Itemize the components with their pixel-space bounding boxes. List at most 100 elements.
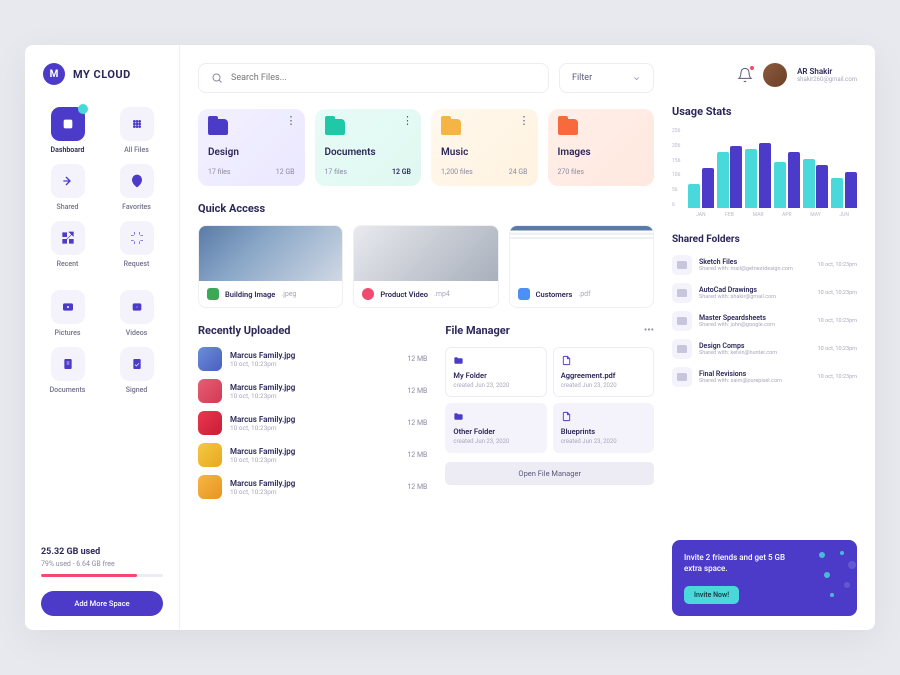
fm-item[interactable]: My Foldercreated Jun 23, 2020 (445, 347, 546, 397)
quick-access-item[interactable]: Product Video .mp4 (353, 225, 498, 308)
folder-name: Design (208, 147, 295, 158)
nav-icon (120, 221, 154, 255)
fm-item[interactable]: Blueprintscreated Jun 23, 2020 (553, 403, 654, 453)
nav-icon (51, 107, 85, 141)
file-size: 12 MB (407, 355, 427, 363)
invite-button[interactable]: Invite Now! (684, 586, 739, 604)
file-date: 10 oct, 10:23pm (230, 392, 399, 400)
nav-item-all-files[interactable]: All Files (106, 107, 167, 154)
nav-label: Favorites (122, 203, 151, 211)
chart-bar (730, 146, 742, 208)
brand-name: MY CLOUD (73, 68, 131, 81)
more-icon[interactable]: ••• (644, 325, 654, 336)
search-input[interactable] (231, 73, 536, 83)
fm-item[interactable]: Aggreement.pdf created Jun 23, 2020 (553, 347, 654, 397)
shared-folder-item[interactable]: Final RevisionsShared with: saim@purepix… (672, 367, 857, 387)
nav-label: Dashboard (51, 146, 85, 154)
folder-size: 24 GB (509, 168, 528, 176)
shared-with: Shared with: mail@getnextdesign.com (699, 266, 811, 272)
file-ext: .mp4 (434, 290, 450, 298)
nav-item-videos[interactable]: Videos (106, 290, 167, 337)
app-window: M MY CLOUD Dashboard All Files Shared Favor… (25, 45, 875, 630)
filter-dropdown[interactable]: Filter (559, 63, 654, 93)
file-date: 10 oct, 10:23pm (230, 424, 399, 432)
more-icon[interactable]: ⋮ (286, 119, 297, 123)
logo[interactable]: M MY CLOUD (37, 63, 167, 85)
chart-x-label: MAR (745, 212, 771, 218)
chart-bar (745, 149, 757, 208)
shared-name: Master Speardsheets (699, 314, 811, 322)
add-space-button[interactable]: Add More Space (41, 591, 163, 616)
open-file-manager-button[interactable]: Open File Manager (445, 462, 654, 485)
file-icon (561, 355, 572, 366)
folder-icon (208, 119, 228, 135)
file-date: 10 oct, 10:23pm (230, 360, 399, 368)
fm-item[interactable]: Other Foldercreated Jun 23, 2020 (445, 403, 546, 453)
nav-item-dashboard[interactable]: Dashboard (37, 107, 98, 154)
file-size: 12 MB (407, 419, 427, 427)
recent-item[interactable]: Marcus Family.jpg10 oct, 10:23pm12 MB (198, 475, 427, 499)
fm-name: Blueprints (561, 427, 646, 436)
chart-x-label: FEB (717, 212, 743, 218)
recent-item[interactable]: Marcus Family.jpg10 oct, 10:23pm12 MB (198, 347, 427, 371)
recent-item[interactable]: Marcus Family.jpg10 oct, 10:23pm12 MB (198, 379, 427, 403)
shared-folder-item[interactable]: AutoCad DrawingsShared with: shakir@gmai… (672, 283, 857, 303)
thumbnail (198, 475, 222, 499)
more-icon[interactable]: ⋮ (519, 119, 530, 123)
file-name: Product Video (380, 290, 428, 299)
nav-item-documents[interactable]: Documents (37, 347, 98, 394)
nav-item-shared[interactable]: Shared (37, 164, 98, 211)
fm-date: created Jun 23, 2020 (561, 382, 646, 389)
recent-item[interactable]: Marcus Family.jpg10 oct, 10:23pm12 MB (198, 443, 427, 467)
shared-date: 10 oct, 10:23pm (818, 374, 857, 380)
thumbnail (199, 226, 342, 281)
quick-access-item[interactable]: Building Image.jpeg (198, 225, 343, 308)
shared-with: Shared with: saim@purepixel.com (699, 378, 811, 384)
recent-item[interactable]: Marcus Family.jpg10 oct, 10:23pm12 MB (198, 411, 427, 435)
folder-card-docs[interactable]: ⋮Documents17 files12 GB (315, 109, 422, 186)
shared-folder-item[interactable]: Design CompsShared with: kelvin@hunter.c… (672, 339, 857, 359)
chart-bar (688, 184, 700, 208)
quick-access-item[interactable]: Customers.pdf (509, 225, 654, 308)
shared-folder-item[interactable]: Sketch FilesShared with: mail@getnextdes… (672, 255, 857, 275)
nav-item-signed[interactable]: Signed (106, 347, 167, 394)
nav-item-pictures[interactable]: Pictures (37, 290, 98, 337)
chart-x-label: JUN (831, 212, 857, 218)
chart-bar (803, 159, 815, 208)
chart-x-label: MAY (803, 212, 829, 218)
nav-icon (120, 290, 154, 324)
file-type-icon (362, 288, 374, 300)
file-icon (561, 411, 572, 422)
fm-name: Aggreement.pdf (561, 371, 646, 380)
thumbnail (198, 379, 222, 403)
folder-card-design[interactable]: ⋮Design17 files12 GB (198, 109, 305, 186)
shared-date: 10 oct, 10:23pm (818, 290, 857, 296)
nav-item-recent[interactable]: Recent (37, 221, 98, 268)
file-manager-title: File Manager (445, 324, 509, 337)
nav-icon (51, 347, 85, 381)
notification-icon[interactable] (737, 67, 753, 83)
chart-bar (702, 168, 714, 208)
folder-card-images[interactable]: Images270 files (548, 109, 655, 186)
search-box[interactable] (198, 63, 549, 93)
folder-icon (558, 119, 578, 135)
chart-bar (831, 178, 843, 208)
nav-label: Shared (56, 203, 78, 211)
folder-files: 17 files (208, 168, 231, 176)
chart-bar (816, 165, 828, 208)
more-icon[interactable]: ⋮ (402, 119, 413, 123)
file-type-icon (518, 288, 530, 300)
file-name: Building Image (225, 290, 275, 299)
nav-label: Documents (50, 386, 86, 394)
folder-card-music[interactable]: ⋮Music1,200 files24 GB (431, 109, 538, 186)
shared-folder-item[interactable]: Master SpeardsheetsShared with: john@goo… (672, 311, 857, 331)
file-name: Marcus Family.jpg (230, 447, 399, 456)
folder-files: 17 files (325, 168, 348, 176)
chart-bar (788, 152, 800, 208)
nav-icon (120, 164, 154, 198)
avatar[interactable] (763, 63, 787, 87)
shared-name: Final Revisions (699, 370, 811, 378)
nav-item-favorites[interactable]: Favorites (106, 164, 167, 211)
shared-name: Design Comps (699, 342, 811, 350)
nav-item-request[interactable]: Request (106, 221, 167, 268)
